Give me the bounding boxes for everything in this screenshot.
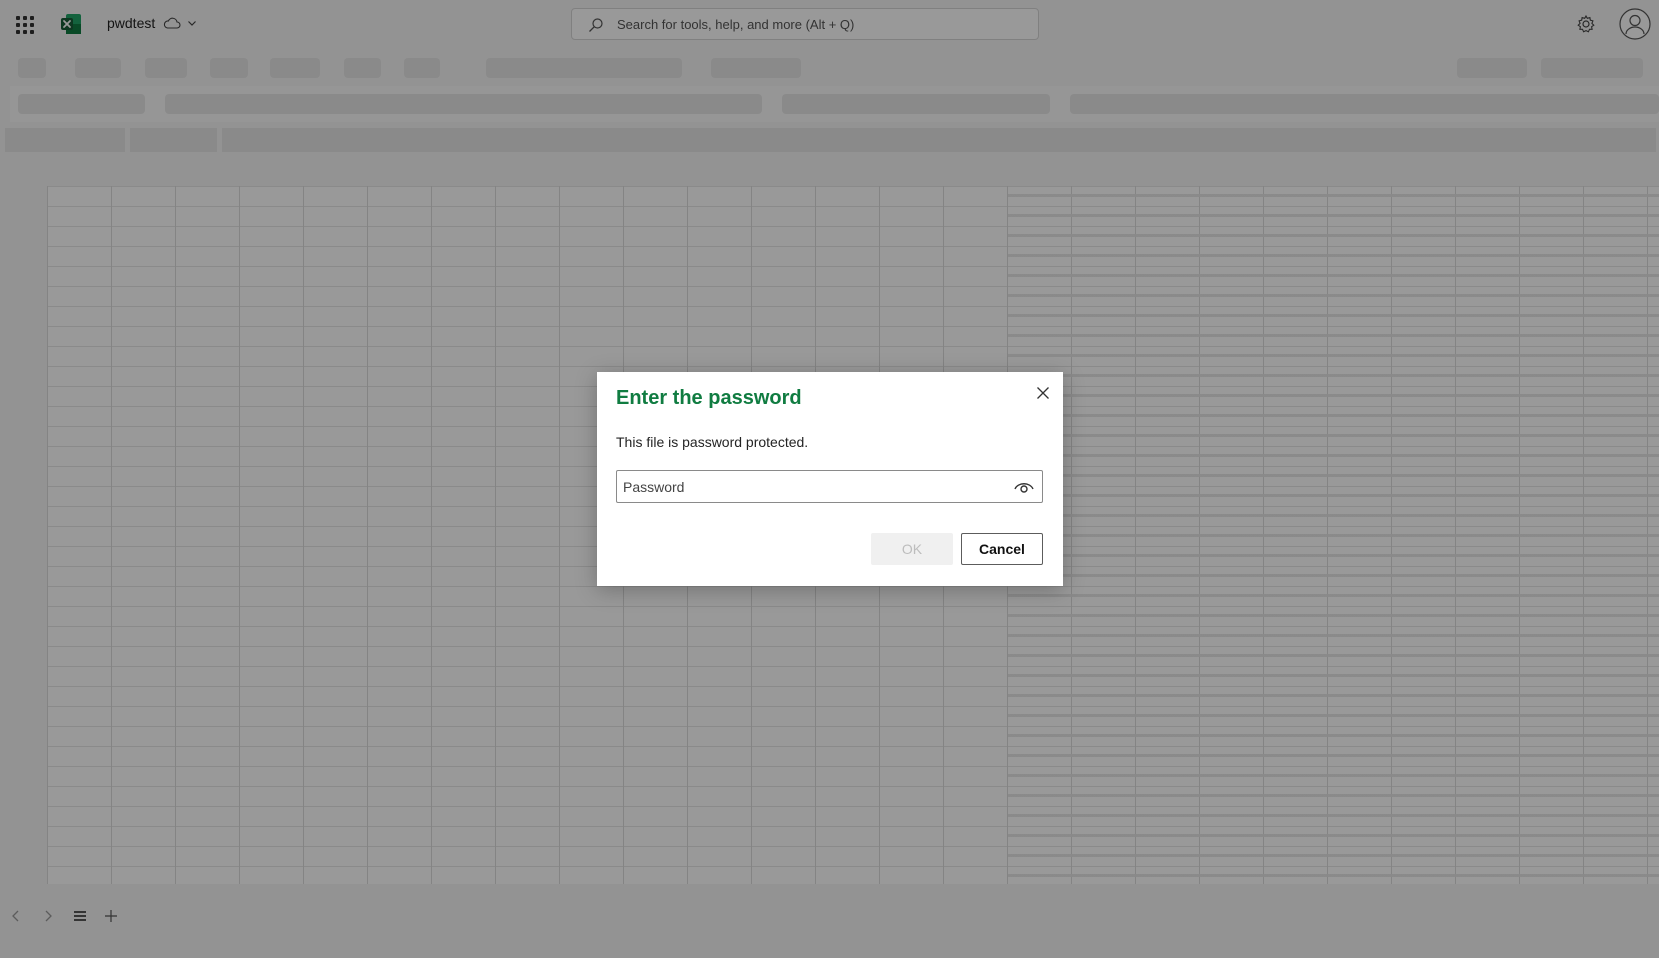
dialog-title: Enter the password [616,387,802,409]
password-dialog: Enter the password This file is password… [597,372,1063,586]
password-field[interactable] [616,470,1043,503]
eye-icon[interactable] [1013,477,1035,497]
close-icon [1037,387,1049,399]
ok-button[interactable]: OK [871,533,953,565]
password-input[interactable] [623,471,1003,502]
close-button[interactable] [1032,382,1054,404]
cancel-button[interactable]: Cancel [961,533,1043,565]
dialog-message: This file is password protected. [616,434,809,450]
